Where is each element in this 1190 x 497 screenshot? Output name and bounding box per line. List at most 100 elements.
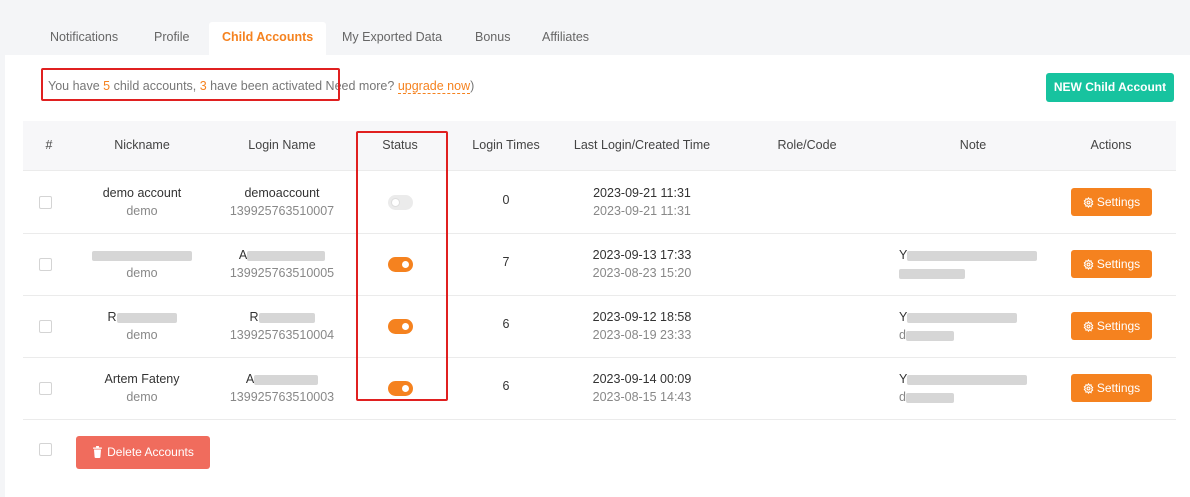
tab-profile[interactable]: Profile [141, 22, 202, 55]
login-times: 6 [502, 317, 510, 331]
table-row: Artem Fateny demo A 139925763510003 6 20… [23, 358, 1176, 420]
redacted-note [899, 268, 965, 279]
gear-icon [1083, 258, 1094, 271]
login-name: A [222, 370, 342, 388]
login-name-text: A [245, 372, 255, 386]
login-id: 139925763510005 [229, 266, 335, 280]
col-note: Note [959, 138, 987, 152]
redacted-nickname [116, 312, 177, 323]
nickname-text: R [107, 310, 117, 324]
tab-child-accounts[interactable]: Child Accounts [209, 22, 327, 55]
account-summary: You have 5 child accounts, 3 have been a… [48, 79, 475, 94]
nickname-sub: demo [126, 266, 158, 280]
login-name: A [222, 246, 342, 264]
note-line-1: Y [899, 308, 1059, 326]
tab-notifications[interactable]: Notifications [37, 22, 131, 55]
settings-button[interactable]: Settings [1071, 374, 1152, 402]
close-paren: ) [470, 79, 475, 93]
login-name: demoaccount [244, 186, 320, 200]
tab-my-exported-data[interactable]: My Exported Data [329, 22, 455, 55]
note-cell: Y d [899, 370, 1059, 406]
delete-accounts-button[interactable]: Delete Accounts [76, 436, 210, 469]
tab-bonus[interactable]: Bonus [462, 22, 523, 55]
login-id: 139925763510003 [229, 390, 335, 404]
login-times: 7 [502, 255, 510, 269]
nickname: R [83, 308, 201, 326]
login-name-cell: R 139925763510004 [222, 308, 342, 344]
settings-label: Settings [1096, 381, 1141, 395]
nickname: demo account [102, 186, 182, 200]
col-actions: Actions [1090, 138, 1132, 152]
note-text-2: d [899, 328, 906, 342]
summary-suffix: have been activated [206, 79, 323, 93]
toggle-knob [402, 323, 409, 330]
status-toggle[interactable] [388, 319, 413, 334]
note-line-2: d [899, 326, 1059, 344]
login-times: 6 [502, 379, 510, 393]
settings-button[interactable]: Settings [1071, 312, 1152, 340]
status-toggle[interactable] [388, 257, 413, 272]
gear-icon [1083, 382, 1094, 395]
login-name: R [222, 308, 342, 326]
tab-affiliates[interactable]: Affiliates [529, 22, 602, 55]
row-checkbox[interactable] [39, 320, 52, 333]
upgrade-link[interactable]: upgrade now [397, 79, 471, 94]
redacted-note [907, 312, 1018, 323]
settings-button[interactable]: Settings [1071, 188, 1152, 216]
last-login-time: 2023-09-13 17:33 [592, 248, 692, 262]
note-text: Y [899, 248, 908, 262]
last-login-cell: 2023-09-21 11:31 2023-09-21 11:31 [557, 184, 727, 220]
summary-prefix: You have [48, 79, 104, 93]
row-checkbox[interactable] [39, 382, 52, 395]
new-child-account-button[interactable]: NEW Child Account [1046, 73, 1174, 102]
settings-label: Settings [1096, 319, 1141, 333]
select-all-checkbox[interactable] [39, 443, 52, 456]
last-login-time: 2023-09-21 11:31 [593, 186, 691, 200]
note-text: Y [899, 372, 908, 386]
login-name-cell: demoaccount 139925763510007 [222, 184, 342, 220]
last-login-cell: 2023-09-14 00:09 2023-08-15 14:43 [557, 370, 727, 406]
status-toggle[interactable] [388, 195, 413, 210]
nickname-cell: demo [83, 246, 201, 282]
last-login-time: 2023-09-12 18:58 [592, 310, 692, 324]
note-line-1: Y [899, 370, 1059, 388]
redacted-note [907, 374, 1028, 385]
nickname-cell: R demo [83, 308, 201, 344]
redacted-login-name [258, 312, 315, 323]
table-row: demo A 139925763510005 7 2023-09-13 17:3… [23, 234, 1176, 296]
status-toggle[interactable] [388, 381, 413, 396]
nickname-sub: demo [126, 204, 158, 218]
gear-icon [1083, 320, 1094, 333]
created-time: 2023-08-19 23:33 [592, 328, 692, 342]
toggle-knob [392, 199, 399, 206]
nickname-sub: demo [126, 390, 158, 404]
col-nickname: Nickname [114, 138, 170, 152]
toggle-knob [402, 261, 409, 268]
note-cell: Y d [899, 308, 1059, 344]
col-index: # [45, 138, 53, 152]
last-login-time: 2023-09-14 00:09 [592, 372, 692, 386]
login-name-cell: A 139925763510005 [222, 246, 342, 282]
col-role-code: Role/Code [777, 138, 837, 152]
redacted-nickname [92, 250, 192, 261]
note-line-2 [899, 264, 1059, 282]
col-status: Status [382, 138, 418, 152]
created-time: 2023-08-23 15:20 [592, 266, 692, 280]
note-line-2: d [899, 388, 1059, 406]
table-row: R demo R 139925763510004 6 2023-09-12 18… [23, 296, 1176, 358]
last-login-cell: 2023-09-13 17:33 2023-08-23 15:20 [557, 246, 727, 282]
login-id: 139925763510004 [229, 328, 335, 342]
col-login-times: Login Times [472, 138, 540, 152]
row-checkbox[interactable] [39, 258, 52, 271]
row-checkbox[interactable] [39, 196, 52, 209]
note-line-1: Y [899, 246, 1059, 264]
need-more-text: Need more? [322, 79, 398, 93]
login-name-cell: A 139925763510003 [222, 370, 342, 406]
col-login-name: Login Name [248, 138, 316, 152]
settings-button[interactable]: Settings [1071, 250, 1152, 278]
activated-count: 3 [199, 79, 207, 93]
table-row: demo account demo demoaccount 1399257635… [23, 172, 1176, 234]
created-time: 2023-09-21 11:31 [593, 204, 691, 218]
trash-icon [93, 446, 103, 458]
note-text: Y [899, 310, 908, 324]
